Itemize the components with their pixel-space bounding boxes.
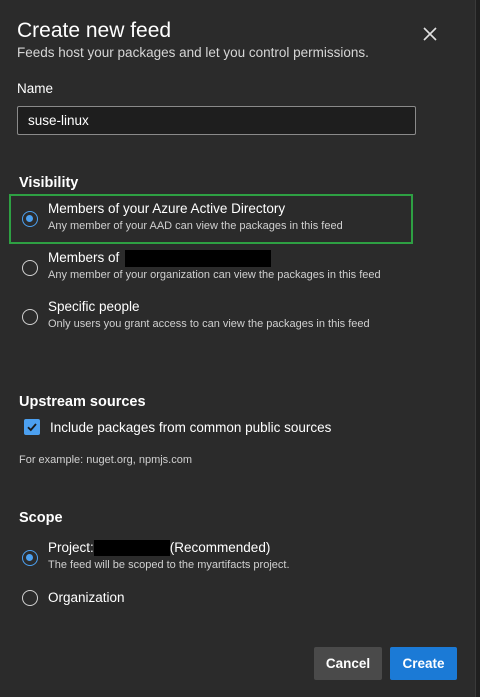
visibility-option-specific-people-title: Specific people <box>48 299 140 314</box>
visibility-option-organization-title-wrap: Members of <box>48 250 272 267</box>
visibility-option-specific-people-description: Only users you grant access to can view … <box>48 318 370 330</box>
radio-specific-people[interactable] <box>22 309 38 325</box>
visibility-option-specific-people[interactable]: Specific people Only users you grant acc… <box>11 294 411 340</box>
upstream-checkbox-label[interactable]: Include packages from common public sour… <box>50 420 331 435</box>
scope-option-project-description: The feed will be scoped to the myartifac… <box>48 559 290 571</box>
visibility-option-aad[interactable]: Members of your Azure Active Directory A… <box>9 194 413 244</box>
visibility-option-organization-description: Any member of your organization can view… <box>48 269 381 281</box>
scope-option-project-prefix: Project: <box>48 540 94 555</box>
visibility-option-aad-description: Any member of your AAD can view the pack… <box>48 220 343 232</box>
dialog-title: Create new feed <box>17 19 172 42</box>
name-input[interactable] <box>17 106 416 135</box>
radio-aad[interactable] <box>22 211 38 227</box>
redacted-project-name <box>93 540 170 557</box>
visibility-option-aad-title: Members of your Azure Active Directory <box>48 201 286 216</box>
scope-option-project[interactable]: Project: (Recommended) The feed will be s… <box>11 535 411 581</box>
radio-organization-scope[interactable] <box>22 590 38 606</box>
visibility-heading: Visibility <box>19 175 79 191</box>
create-feed-dialog: Create new feed Feeds host your packages… <box>0 0 476 697</box>
dialog-subtitle: Feeds host your packages and let you con… <box>17 45 369 60</box>
upstream-hint: For example: nuget.org, npmjs.com <box>19 454 193 466</box>
checkmark-icon <box>27 423 37 432</box>
upstream-heading: Upstream sources <box>19 394 146 410</box>
visibility-option-organization[interactable]: Members of Any member of your organizati… <box>11 245 411 291</box>
scope-heading: Scope <box>19 510 63 526</box>
redacted-organization-name <box>125 250 272 267</box>
scope-option-project-suffix: (Recommended) <box>169 540 271 555</box>
cancel-button[interactable]: Cancel <box>314 647 382 680</box>
name-label: Name <box>17 81 54 96</box>
close-button[interactable] <box>418 22 442 46</box>
visibility-option-organization-title: Members of <box>48 250 120 266</box>
scope-option-project-title-wrap: Project: (Recommended) <box>48 540 271 557</box>
create-button[interactable]: Create <box>390 647 457 680</box>
radio-organization-members[interactable] <box>22 260 38 276</box>
scope-option-organization[interactable]: Organization <box>11 583 411 615</box>
close-icon <box>423 27 437 41</box>
upstream-checkbox[interactable] <box>24 419 40 435</box>
radio-project[interactable] <box>22 550 38 566</box>
scope-option-organization-title: Organization <box>48 590 125 605</box>
